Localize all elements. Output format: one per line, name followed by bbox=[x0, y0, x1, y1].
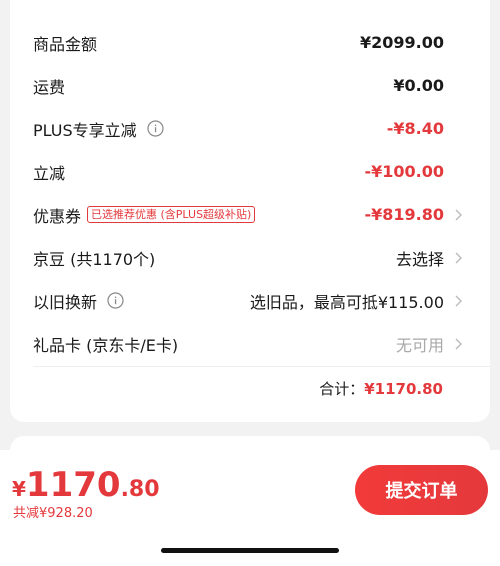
chevron-right-icon bbox=[455, 209, 462, 220]
gift-card-label: 礼品卡 (京东卡/E卡) bbox=[33, 335, 179, 355]
gift-card-value: 无可用 bbox=[395, 335, 444, 355]
chevron-right-icon bbox=[455, 338, 462, 349]
pay-price-decimal: .80 bbox=[120, 477, 160, 502]
instant-discount-label: 立减 bbox=[33, 163, 66, 183]
order-summary-card: 商品金额 ¥2099.00 运费 ¥0.00 PLUS专享立减 -¥8.40 立… bbox=[10, 0, 490, 422]
plus-discount-value: -¥8.40 bbox=[386, 119, 444, 138]
trade-in-value: 选旧品，最高可抵¥115.00 bbox=[249, 292, 444, 312]
pay-price-currency: ¥ bbox=[12, 477, 26, 501]
row-trade-in[interactable]: 以旧换新 选旧品，最高可抵¥115.00 bbox=[10, 279, 490, 322]
pay-price-integer: 1170 bbox=[25, 465, 121, 505]
total-saved: 共减¥928.20 bbox=[13, 506, 93, 521]
total-value: ¥1170.80 bbox=[364, 380, 443, 398]
pay-price: ¥1170.80 bbox=[12, 465, 160, 505]
row-plus-discount: PLUS专享立减 -¥8.40 bbox=[10, 107, 490, 150]
total-line: 合计：¥1170.80 bbox=[319, 378, 443, 399]
row-goods-amount: 商品金额 ¥2099.00 bbox=[10, 21, 490, 64]
row-jingdou[interactable]: 京豆 (共1170个) 去选择 bbox=[10, 236, 490, 279]
plus-discount-label-wrap: PLUS专享立减 bbox=[33, 117, 164, 141]
coupon-label-wrap: 优惠券 已选推荐优惠 (含PLUS超级补贴) bbox=[33, 203, 256, 227]
shipping-value: ¥0.00 bbox=[393, 76, 444, 95]
chevron-right-icon bbox=[455, 295, 462, 306]
info-icon[interactable] bbox=[107, 292, 124, 309]
row-gift-card[interactable]: 礼品卡 (京东卡/E卡) 无可用 bbox=[10, 322, 490, 365]
trade-in-label: 以旧换新 bbox=[33, 292, 98, 312]
row-shipping: 运费 ¥0.00 bbox=[10, 64, 490, 107]
info-icon[interactable] bbox=[147, 120, 164, 137]
total-label: 合计： bbox=[319, 380, 365, 398]
chevron-right-icon bbox=[455, 252, 462, 263]
divider bbox=[33, 366, 490, 367]
home-indicator[interactable] bbox=[161, 548, 339, 553]
jingdou-value: 去选择 bbox=[395, 249, 444, 269]
row-instant-discount: 立减 -¥100.00 bbox=[10, 150, 490, 193]
coupon-value: -¥819.80 bbox=[364, 205, 444, 224]
row-coupon[interactable]: 优惠券 已选推荐优惠 (含PLUS超级补贴) -¥819.80 bbox=[10, 193, 490, 236]
shipping-label: 运费 bbox=[33, 77, 66, 97]
jingdou-label: 京豆 (共1170个) bbox=[33, 249, 156, 269]
submit-order-button[interactable]: 提交订单 bbox=[355, 465, 488, 515]
goods-amount-label: 商品金额 bbox=[33, 34, 98, 54]
trade-in-label-wrap: 以旧换新 bbox=[33, 289, 124, 313]
goods-amount-value: ¥2099.00 bbox=[359, 33, 444, 52]
coupon-tag: 已选推荐优惠 (含PLUS超级补贴) bbox=[87, 206, 256, 223]
instant-discount-value: -¥100.00 bbox=[364, 162, 444, 181]
plus-discount-label: PLUS专享立减 bbox=[33, 120, 137, 140]
coupon-label: 优惠券 bbox=[33, 206, 82, 226]
